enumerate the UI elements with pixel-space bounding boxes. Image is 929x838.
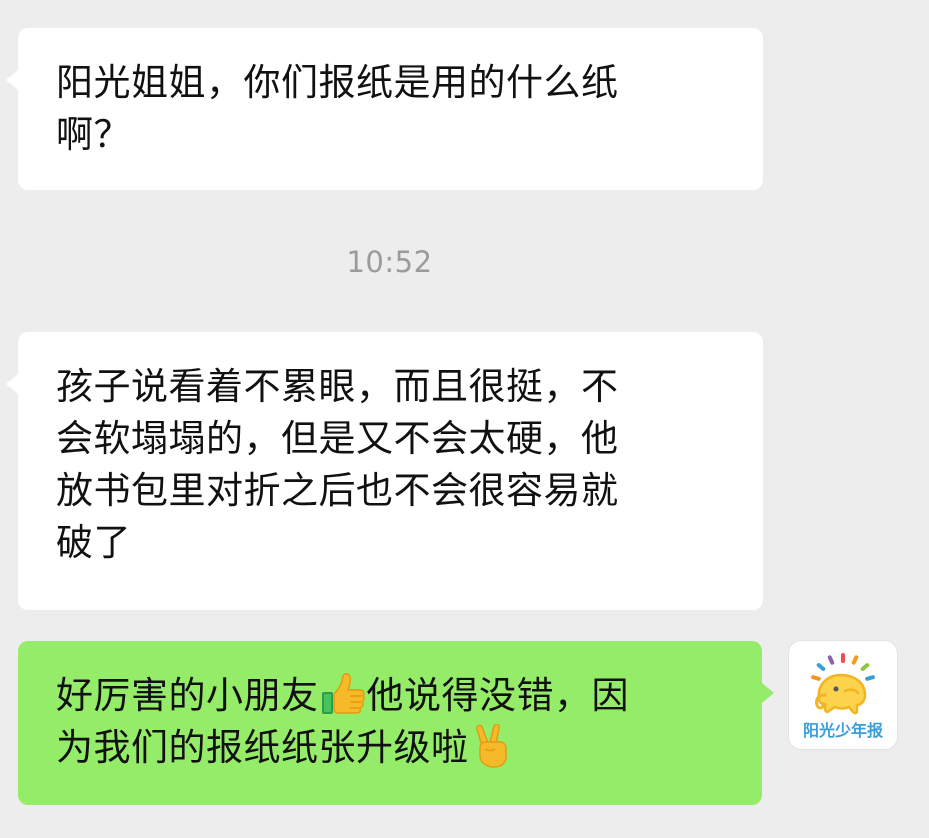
incoming-message-bubble[interactable]: 阳光姐姐，你们报纸是用的什么纸 啊？ [6, 28, 763, 190]
sun-elephant-logo [811, 653, 875, 715]
incoming-message-bubble[interactable]: 孩子说看着不累眼，而且很挺，不 会软塌塌的，但是又不会太硬，他 放书包里对折之后… [6, 332, 763, 610]
bubble-tail [6, 70, 18, 90]
victory-hand-icon [475, 724, 507, 768]
outgoing-message-bubble[interactable]: 好厉害的小朋友 他说得没错，因 为我们的报纸纸张升级啦 [18, 641, 774, 805]
avatar[interactable]: 阳光少年报 [789, 641, 897, 749]
chat-area: 阳光姐姐，你们报纸是用的什么纸 啊？ 10:52 孩子说看着不累眼，而且很挺，不… [0, 0, 929, 838]
message-timestamp: 10:52 [346, 245, 433, 279]
thumbs-up-icon [321, 673, 365, 714]
message-text: 孩子说看着不累眼，而且很挺，不 会软塌塌的，但是又不会太硬，他 放书包里对折之后… [56, 365, 619, 564]
bubble-tail [762, 683, 774, 703]
avatar-label: 阳光少年报 [802, 721, 883, 740]
message-text: 阳光姐姐，你们报纸是用的什么纸 啊？ [56, 61, 619, 156]
message-text-part: 好厉害的小朋友 [56, 674, 319, 717]
message-text: 好厉害的小朋友 他说得没错，因 为我们的报纸纸张升级啦 [56, 670, 742, 774]
bubble-tail [6, 374, 18, 394]
